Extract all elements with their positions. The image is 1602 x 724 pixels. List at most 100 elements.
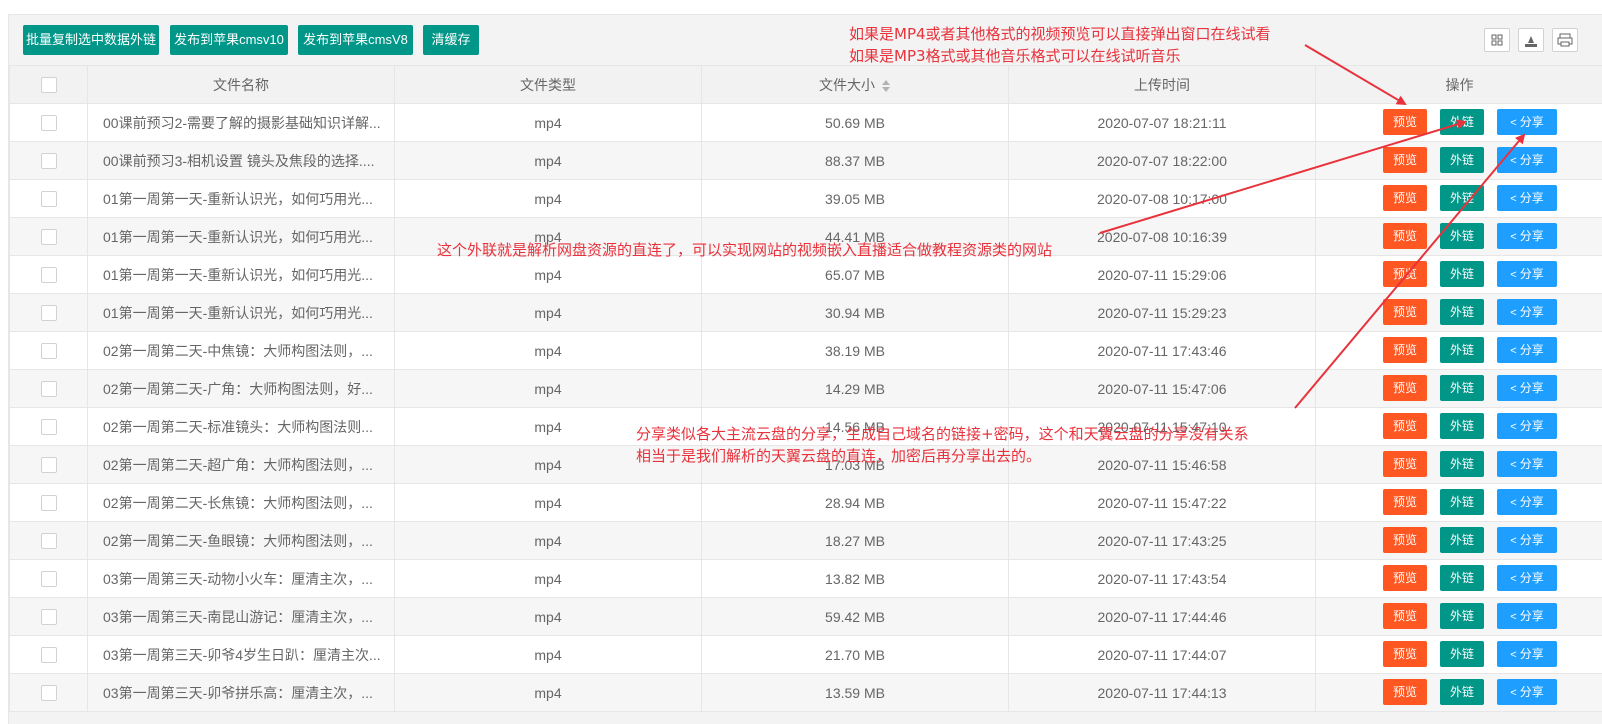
external-link-button[interactable]: 外链 (1440, 109, 1484, 135)
row-actions: 预览外链 ˂分享 (1316, 598, 1602, 636)
publish-cmsv10-button[interactable]: 发布到苹果cmsv10 (170, 25, 288, 55)
external-link-button[interactable]: 外链 (1440, 299, 1484, 325)
table-row[interactable]: 03第一周第三天-南昆山游记：厘清主次，...mp459.42 MB2020-0… (10, 598, 1602, 636)
table-row[interactable]: 00课前预习3-相机设置 镜头及焦段的选择....mp488.37 MB2020… (10, 142, 1602, 180)
external-link-button[interactable]: 外链 (1440, 185, 1484, 211)
external-link-button[interactable]: 外链 (1440, 375, 1484, 401)
preview-button[interactable]: 预览 (1383, 527, 1427, 553)
preview-button[interactable]: 预览 (1383, 641, 1427, 667)
upload-time: 2020-07-07 18:21:11 (1009, 104, 1316, 142)
preview-button[interactable]: 预览 (1383, 147, 1427, 173)
clear-cache-button[interactable]: 清缓存 (423, 25, 479, 55)
row-checkbox[interactable] (41, 343, 57, 359)
row-checkbox[interactable] (41, 685, 57, 701)
publish-cmsv8-button[interactable]: 发布到苹果cmsV8 (298, 25, 413, 55)
preview-button[interactable]: 预览 (1383, 185, 1427, 211)
external-link-button[interactable]: 外链 (1440, 413, 1484, 439)
share-label: 分享 (1520, 571, 1544, 585)
row-checkbox[interactable] (41, 229, 57, 245)
share-button[interactable]: ˂分享 (1497, 451, 1557, 477)
table-row[interactable]: 03第一周第三天-卯爷4岁生日趴：厘清主次...mp421.70 MB2020-… (10, 636, 1602, 674)
share-button[interactable]: ˂分享 (1497, 337, 1557, 363)
external-link-button[interactable]: 外链 (1440, 489, 1484, 515)
share-button[interactable]: ˂分享 (1497, 261, 1557, 287)
sort-icon[interactable] (881, 80, 891, 92)
select-all-checkbox[interactable] (41, 77, 57, 93)
preview-button[interactable]: 预览 (1383, 451, 1427, 477)
file-name: 03第一周第三天-卯爷4岁生日趴：厘清主次... (88, 636, 395, 674)
row-checkbox[interactable] (41, 457, 57, 473)
share-button[interactable]: ˂分享 (1497, 527, 1557, 553)
share-button[interactable]: ˂分享 (1497, 413, 1557, 439)
share-button[interactable]: ˂分享 (1497, 223, 1557, 249)
share-label: 分享 (1520, 647, 1544, 661)
table-row[interactable]: 01第一周第一天-重新认识光，如何巧用光...mp430.94 MB2020-0… (10, 294, 1602, 332)
upload-time: 2020-07-11 15:47:06 (1009, 370, 1316, 408)
row-checkbox[interactable] (41, 153, 57, 169)
export-icon[interactable] (1518, 28, 1544, 52)
external-link-button[interactable]: 外链 (1440, 337, 1484, 363)
table-row[interactable]: 02第一周第二天-长焦镜：大师构图法则，...mp428.94 MB2020-0… (10, 484, 1602, 522)
preview-button[interactable]: 预览 (1383, 375, 1427, 401)
table-row[interactable]: 02第一周第二天-鱼眼镜：大师构图法则，...mp418.27 MB2020-0… (10, 522, 1602, 560)
row-checkbox[interactable] (41, 495, 57, 511)
external-link-button[interactable]: 外链 (1440, 641, 1484, 667)
preview-button[interactable]: 预览 (1383, 413, 1427, 439)
preview-annotation-line2: 如果是MP3格式或其他音乐格式可以在线试听音乐 (849, 46, 1181, 67)
share-icon: ˂ (1510, 231, 1516, 243)
row-checkbox[interactable] (41, 115, 57, 131)
table-row[interactable]: 02第一周第二天-广角：大师构图法则，好...mp414.29 MB2020-0… (10, 370, 1602, 408)
table-row[interactable]: 02第一周第二天-中焦镜：大师构图法则，...mp438.19 MB2020-0… (10, 332, 1602, 370)
preview-button[interactable]: 预览 (1383, 223, 1427, 249)
preview-button[interactable]: 预览 (1383, 299, 1427, 325)
file-table: 文件名称 文件类型 文件大小 上传时间 操作 00课前预习2-需要了解的摄影基础… (9, 65, 1602, 712)
preview-button[interactable]: 预览 (1383, 337, 1427, 363)
share-button[interactable]: ˂分享 (1497, 565, 1557, 591)
row-checkbox[interactable] (41, 267, 57, 283)
external-link-button[interactable]: 外链 (1440, 223, 1484, 249)
file-type: mp4 (395, 332, 702, 370)
print-icon[interactable] (1552, 28, 1578, 52)
share-icon: ˂ (1510, 383, 1516, 395)
share-button[interactable]: ˂分享 (1497, 299, 1557, 325)
external-link-button[interactable]: 外链 (1440, 261, 1484, 287)
row-checkbox[interactable] (41, 647, 57, 663)
external-link-button[interactable]: 外链 (1440, 679, 1484, 705)
row-checkbox[interactable] (41, 533, 57, 549)
share-button[interactable]: ˂分享 (1497, 489, 1557, 515)
share-button[interactable]: ˂分享 (1497, 147, 1557, 173)
column-file-size[interactable]: 文件大小 (702, 66, 1009, 104)
row-checkbox[interactable] (41, 191, 57, 207)
external-link-button[interactable]: 外链 (1440, 147, 1484, 173)
preview-button[interactable]: 预览 (1383, 261, 1427, 287)
share-button[interactable]: ˂分享 (1497, 375, 1557, 401)
row-checkbox[interactable] (41, 419, 57, 435)
preview-button[interactable]: 预览 (1383, 679, 1427, 705)
share-button[interactable]: ˂分享 (1497, 641, 1557, 667)
share-button[interactable]: ˂分享 (1497, 185, 1557, 211)
share-button[interactable]: ˂分享 (1497, 603, 1557, 629)
external-link-button[interactable]: 外链 (1440, 565, 1484, 591)
external-link-button[interactable]: 外链 (1440, 527, 1484, 553)
share-button[interactable]: ˂分享 (1497, 109, 1557, 135)
preview-button[interactable]: 预览 (1383, 565, 1427, 591)
file-type: mp4 (395, 674, 702, 712)
row-checkbox[interactable] (41, 305, 57, 321)
table-row[interactable]: 01第一周第一天-重新认识光，如何巧用光...mp439.05 MB2020-0… (10, 180, 1602, 218)
batch-copy-links-button[interactable]: 批量复制选中数据外链 (23, 25, 159, 55)
row-actions: 预览外链 ˂分享 (1316, 408, 1602, 446)
table-row[interactable]: 03第一周第三天-卯爷拼乐高：厘清主次，...mp413.59 MB2020-0… (10, 674, 1602, 712)
table-row[interactable]: 00课前预习2-需要了解的摄影基础知识详解...mp450.69 MB2020-… (10, 104, 1602, 142)
table-row[interactable]: 01第一周第一天-重新认识光，如何巧用光...mp465.07 MB2020-0… (10, 256, 1602, 294)
external-link-button[interactable]: 外链 (1440, 603, 1484, 629)
table-row[interactable]: 03第一周第三天-动物小火车：厘清主次，...mp413.82 MB2020-0… (10, 560, 1602, 598)
columns-toggle-icon[interactable] (1484, 28, 1510, 52)
preview-button[interactable]: 预览 (1383, 603, 1427, 629)
preview-button[interactable]: 预览 (1383, 489, 1427, 515)
row-checkbox[interactable] (41, 381, 57, 397)
preview-button[interactable]: 预览 (1383, 109, 1427, 135)
row-checkbox[interactable] (41, 571, 57, 587)
share-button[interactable]: ˂分享 (1497, 679, 1557, 705)
row-checkbox[interactable] (41, 609, 57, 625)
external-link-button[interactable]: 外链 (1440, 451, 1484, 477)
